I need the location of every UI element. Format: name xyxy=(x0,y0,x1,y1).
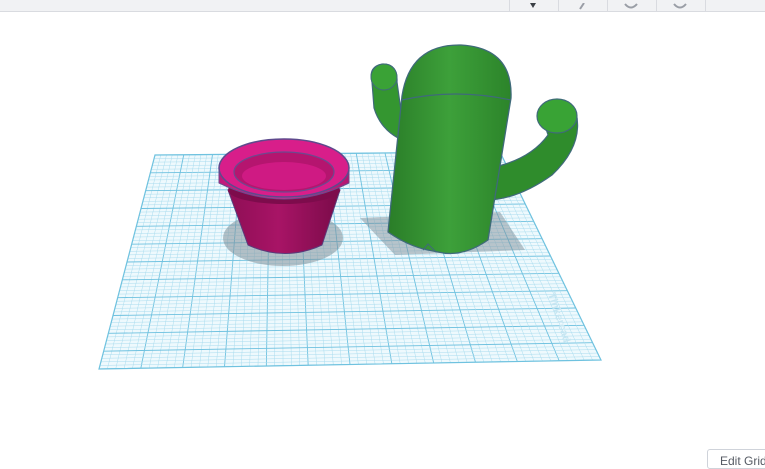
rotate-left-icon[interactable] xyxy=(607,0,654,11)
top-toolbar xyxy=(0,0,765,12)
rotate-right-icon[interactable] xyxy=(656,0,703,11)
slash-tool-icon[interactable] xyxy=(558,0,605,11)
edit-grid-button[interactable]: Edit Grid xyxy=(707,449,765,469)
pin-icon[interactable] xyxy=(509,0,556,11)
3d-viewport[interactable]: Tinkercad xyxy=(0,12,765,460)
toolbar-divider xyxy=(705,0,765,11)
cactus[interactable] xyxy=(370,44,579,255)
